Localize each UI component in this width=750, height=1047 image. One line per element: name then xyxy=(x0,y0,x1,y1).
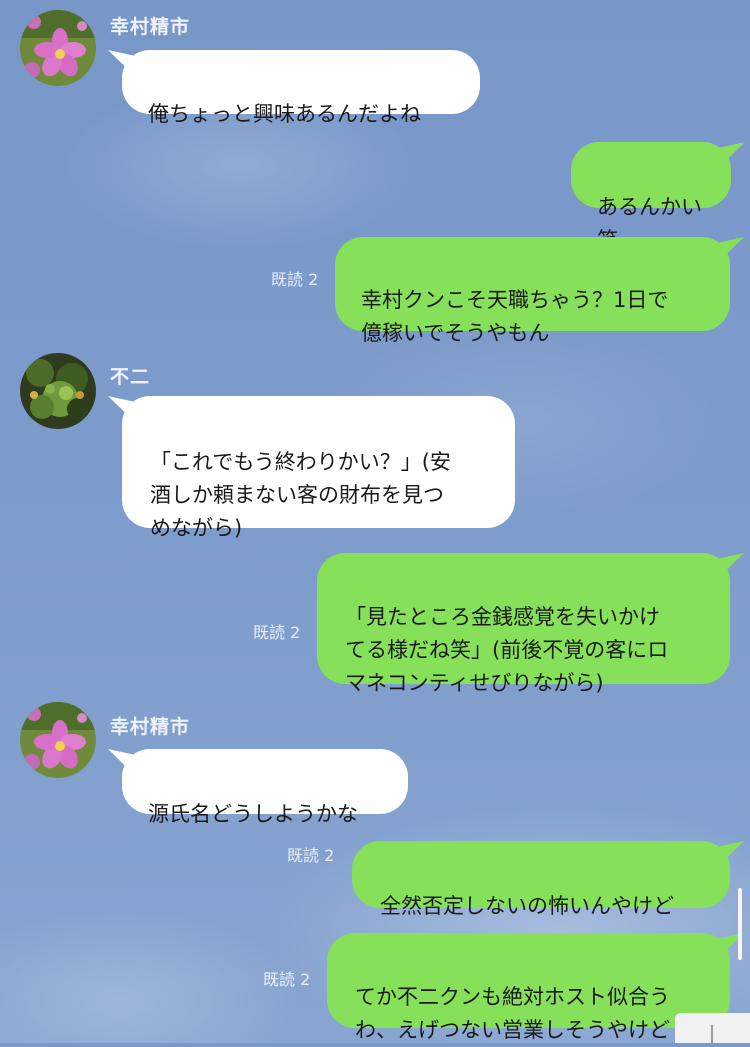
sender-name: 幸村精市 xyxy=(110,716,191,738)
sender-name: 幸村精市 xyxy=(110,16,191,38)
read-receipt: 既読 2 xyxy=(253,623,301,642)
message-bubble[interactable]: 俺ちょっと興味あるんだよね xyxy=(122,50,480,126)
message-bubble[interactable]: 「これでもう終わりかい？」(安 酒しか頼まない客の財布を見つ めながら) xyxy=(122,396,515,540)
message-text: 「見たところ金銭感覚を失いかけ てる様だね笑」(前後不覚の客にロ マネコンティせ… xyxy=(345,605,669,695)
message-bubble[interactable]: 幸村クンこそ天職ちゃう？1日で 億稼いでそうやもん xyxy=(335,237,730,345)
message-bubble[interactable]: あるんかい笑 xyxy=(571,142,731,252)
sender-name: 不二 xyxy=(110,366,151,388)
message-text: てか不二クンも絶対ホスト似合う わ、えげつない営業しそうやけど xyxy=(355,985,670,1042)
message-text: 俺ちょっと興味あるんだよね xyxy=(148,102,421,126)
message-bubble[interactable]: てか不二クンも絶対ホスト似合う わ、えげつない営業しそうやけど xyxy=(327,933,730,1042)
message-text: 源氏名どうしようかな xyxy=(148,802,358,826)
message-text: 「これでもう終わりかい？」(安 酒しか頼まない客の財布を見つ めながら) xyxy=(150,450,451,540)
scrollbar[interactable] xyxy=(738,888,742,960)
cosmos-flower-avatar[interactable] xyxy=(20,10,96,86)
read-receipt: 既読 2 xyxy=(287,846,335,865)
read-receipt: 既読 2 xyxy=(263,970,311,989)
message-bubble[interactable]: 源氏名どうしようかな xyxy=(122,749,408,826)
message-bubble[interactable]: 「見たところ金銭感覚を失いかけ てる様だね笑」(前後不覚の客にロ マネコンティせ… xyxy=(317,553,730,695)
message-bubble[interactable]: 全然否定しないの怖いんやけど xyxy=(352,841,730,918)
message-text: 全然否定しないの怖いんやけど xyxy=(380,894,674,918)
green-plant-avatar[interactable] xyxy=(20,353,96,429)
read-receipt: 既読 2 xyxy=(271,270,319,289)
scroll-down-button[interactable] xyxy=(675,1013,750,1043)
cosmos-flower-avatar[interactable] xyxy=(20,702,96,778)
